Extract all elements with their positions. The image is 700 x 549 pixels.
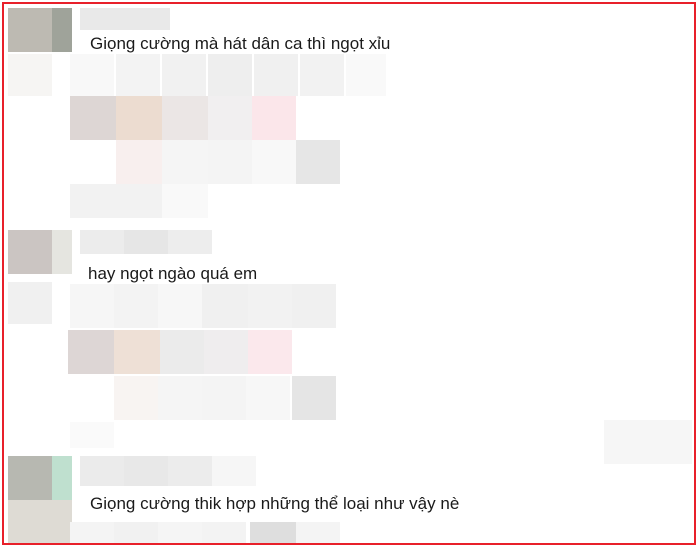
- comment-1: Giọng cường mà hát dân ca thì ngọt xỉu: [4, 4, 694, 224]
- comment-text: Giọng cường mà hát dân ca thì ngọt xỉu: [90, 34, 391, 53]
- comment-text: hay ngọt ngào quá em: [88, 264, 258, 283]
- comment-3: Giọng cường thik hợp những thể loại như …: [4, 452, 694, 543]
- comment-text: Giọng cường thik hợp những thể loại như …: [90, 494, 460, 513]
- screenshot-frame: Giọng cường mà hát dân ca thì ngọt xỉu h…: [2, 2, 696, 545]
- avatar[interactable]: [8, 8, 72, 52]
- avatar[interactable]: [8, 230, 72, 274]
- avatar[interactable]: [8, 456, 72, 543]
- comment-2: hay ngọt ngào quá em: [4, 226, 694, 464]
